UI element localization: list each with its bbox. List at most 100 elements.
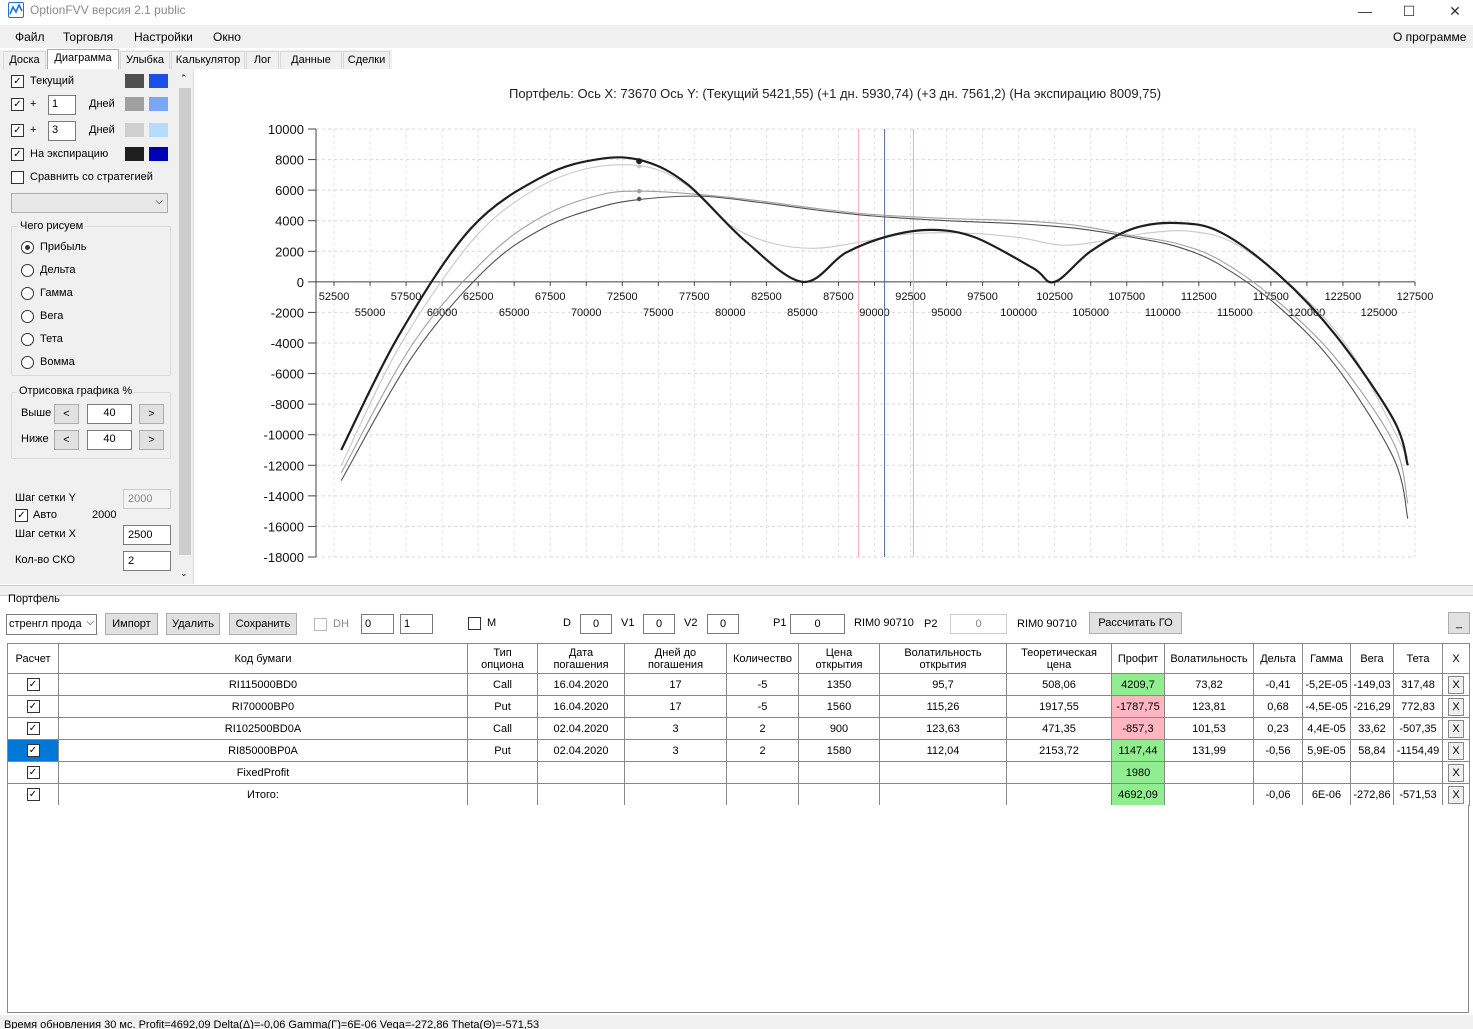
cell-code[interactable]: Итого:: [58, 783, 468, 806]
row-calc-cell[interactable]: ✓: [7, 761, 59, 784]
cell-vega[interactable]: 33,62: [1350, 717, 1394, 740]
above-increase-button[interactable]: >: [139, 404, 164, 424]
cell-code[interactable]: RI85000BP0A: [58, 739, 468, 762]
expiry-checkbox[interactable]: ✓: [11, 148, 24, 161]
row-calc-checkbox[interactable]: ✓: [26, 678, 40, 691]
cell-date[interactable]: 02.04.2020: [537, 739, 625, 762]
cell-theo[interactable]: 471,35: [1006, 717, 1112, 740]
day3-input[interactable]: 3: [48, 121, 76, 141]
above-decrease-button[interactable]: <: [54, 404, 79, 424]
cell-theta[interactable]: [1393, 761, 1443, 784]
cell-date[interactable]: [537, 783, 625, 806]
cell-price[interactable]: [798, 783, 880, 806]
col-calc[interactable]: Расчет: [7, 643, 59, 674]
cell-price[interactable]: 1560: [798, 695, 880, 718]
below-input[interactable]: 40: [87, 430, 132, 450]
payoff-chart[interactable]: 10000 8000 6000 4000 2000 0 -2000 -4000 -6000 -80…: [240, 110, 1440, 570]
col-theo[interactable]: Теоретическая цена: [1006, 643, 1112, 674]
row-calc-cell[interactable]: ✓: [7, 673, 59, 696]
dh-spin-1[interactable]: 1: [400, 614, 433, 634]
cell-profit[interactable]: 1147,44: [1111, 739, 1165, 762]
cell-code[interactable]: RI102500BD0A: [58, 717, 468, 740]
row-calc-checkbox[interactable]: ✓: [26, 722, 40, 735]
radio-profit[interactable]: [21, 241, 34, 254]
close-icon[interactable]: ✕: [1432, 0, 1473, 25]
remove-row-button[interactable]: X: [1448, 741, 1464, 760]
below-increase-button[interactable]: >: [139, 430, 164, 450]
import-button[interactable]: Импорт: [105, 613, 158, 635]
cell-gamma[interactable]: [1302, 761, 1351, 784]
cell-gamma[interactable]: 6E-06: [1302, 783, 1351, 806]
cell-date[interactable]: [537, 761, 625, 784]
cell-vega[interactable]: -149,03: [1350, 673, 1394, 696]
radio-vega[interactable]: [21, 310, 34, 323]
dh-spin-0[interactable]: 0: [361, 614, 394, 634]
col-gamma[interactable]: Гамма: [1302, 643, 1351, 674]
current-checkbox[interactable]: ✓: [11, 75, 24, 88]
tab-calculator[interactable]: Калькулятор: [171, 51, 245, 69]
table-row[interactable]: ✓ RI85000BP0A Put 02.04.2020 3 2 1580 112,04 215…: [7, 739, 1470, 762]
strategy-compare-dropdown[interactable]: ⌵: [11, 193, 168, 213]
current-color-swatch[interactable]: [125, 74, 144, 88]
cell-type[interactable]: [467, 783, 538, 806]
cell-date[interactable]: 16.04.2020: [537, 695, 625, 718]
cell-qty[interactable]: 2: [726, 739, 799, 762]
cell-theta[interactable]: 317,48: [1393, 673, 1443, 696]
row-calc-checkbox[interactable]: ✓: [26, 700, 40, 713]
cell-profit[interactable]: -857,3: [1111, 717, 1165, 740]
grid-x-input[interactable]: 2500: [123, 525, 171, 545]
cell-type[interactable]: Call: [467, 717, 538, 740]
cell-theta[interactable]: -1154,49: [1393, 739, 1443, 762]
scroll-up-icon[interactable]: ⌃: [180, 73, 188, 84]
menu-window[interactable]: Окно: [213, 30, 241, 44]
p1-input[interactable]: 0: [790, 614, 845, 634]
cell-type[interactable]: Put: [467, 695, 538, 718]
table-row[interactable]: ✓ RI102500BD0A Call 02.04.2020 3 2 900 123,63 47…: [7, 717, 1470, 740]
cell-qty[interactable]: -5: [726, 673, 799, 696]
cell-qty[interactable]: -5: [726, 695, 799, 718]
cell-qty[interactable]: [726, 783, 799, 806]
menu-trade[interactable]: Торговля: [63, 30, 113, 44]
cell-vol[interactable]: 131,99: [1164, 739, 1254, 762]
row-calc-cell[interactable]: ✓: [7, 717, 59, 740]
row-calc-checkbox[interactable]: ✓: [26, 766, 40, 779]
scroll-down-icon[interactable]: ⌄: [180, 568, 188, 579]
cell-type[interactable]: Call: [467, 673, 538, 696]
col-qty[interactable]: Количество: [726, 643, 799, 674]
sko-input[interactable]: 2: [123, 551, 171, 571]
radio-delta[interactable]: [21, 264, 34, 277]
radio-vomma[interactable]: [21, 356, 34, 369]
cell-vega[interactable]: [1350, 761, 1394, 784]
p2-input[interactable]: 0: [950, 614, 1007, 634]
cell-theta[interactable]: 772,83: [1393, 695, 1443, 718]
above-input[interactable]: 40: [87, 404, 132, 424]
v2-input[interactable]: 0: [707, 614, 739, 634]
day1-input[interactable]: 1: [48, 95, 76, 115]
delete-button[interactable]: Удалить: [166, 613, 220, 635]
cell-vol-open[interactable]: 123,63: [879, 717, 1007, 740]
remove-row-button[interactable]: X: [1448, 719, 1464, 738]
scrollbar-thumb[interactable]: [179, 88, 191, 555]
col-days[interactable]: Дней до погашения: [624, 643, 727, 674]
col-vega[interactable]: Вега: [1350, 643, 1394, 674]
row-calc-checkbox[interactable]: ✓: [26, 744, 40, 757]
maximize-icon[interactable]: ☐: [1386, 0, 1432, 25]
col-delta[interactable]: Дельта: [1253, 643, 1303, 674]
cell-delta[interactable]: -0,56: [1253, 739, 1303, 762]
cell-type[interactable]: Put: [467, 739, 538, 762]
day1-color-swatch-2[interactable]: [149, 97, 168, 111]
menu-about[interactable]: О программе: [1393, 30, 1466, 44]
cell-qty[interactable]: 2: [726, 717, 799, 740]
col-price[interactable]: Цена открытия: [798, 643, 880, 674]
v1-input[interactable]: 0: [643, 614, 675, 634]
tab-board[interactable]: Доска: [3, 51, 46, 69]
remove-row-button[interactable]: X: [1448, 763, 1464, 782]
remove-row-button[interactable]: X: [1448, 785, 1464, 804]
col-date[interactable]: Дата погашения: [537, 643, 625, 674]
cell-date[interactable]: 02.04.2020: [537, 717, 625, 740]
cell-price[interactable]: 1580: [798, 739, 880, 762]
col-theta[interactable]: Тета: [1393, 643, 1443, 674]
cell-vega[interactable]: -272,86: [1350, 783, 1394, 806]
table-row[interactable]: ✓ Итого: 4692,09 -0,06 6E-06 -272,86 -571,53 X: [7, 783, 1470, 806]
row-calc-cell[interactable]: ✓: [7, 783, 59, 806]
